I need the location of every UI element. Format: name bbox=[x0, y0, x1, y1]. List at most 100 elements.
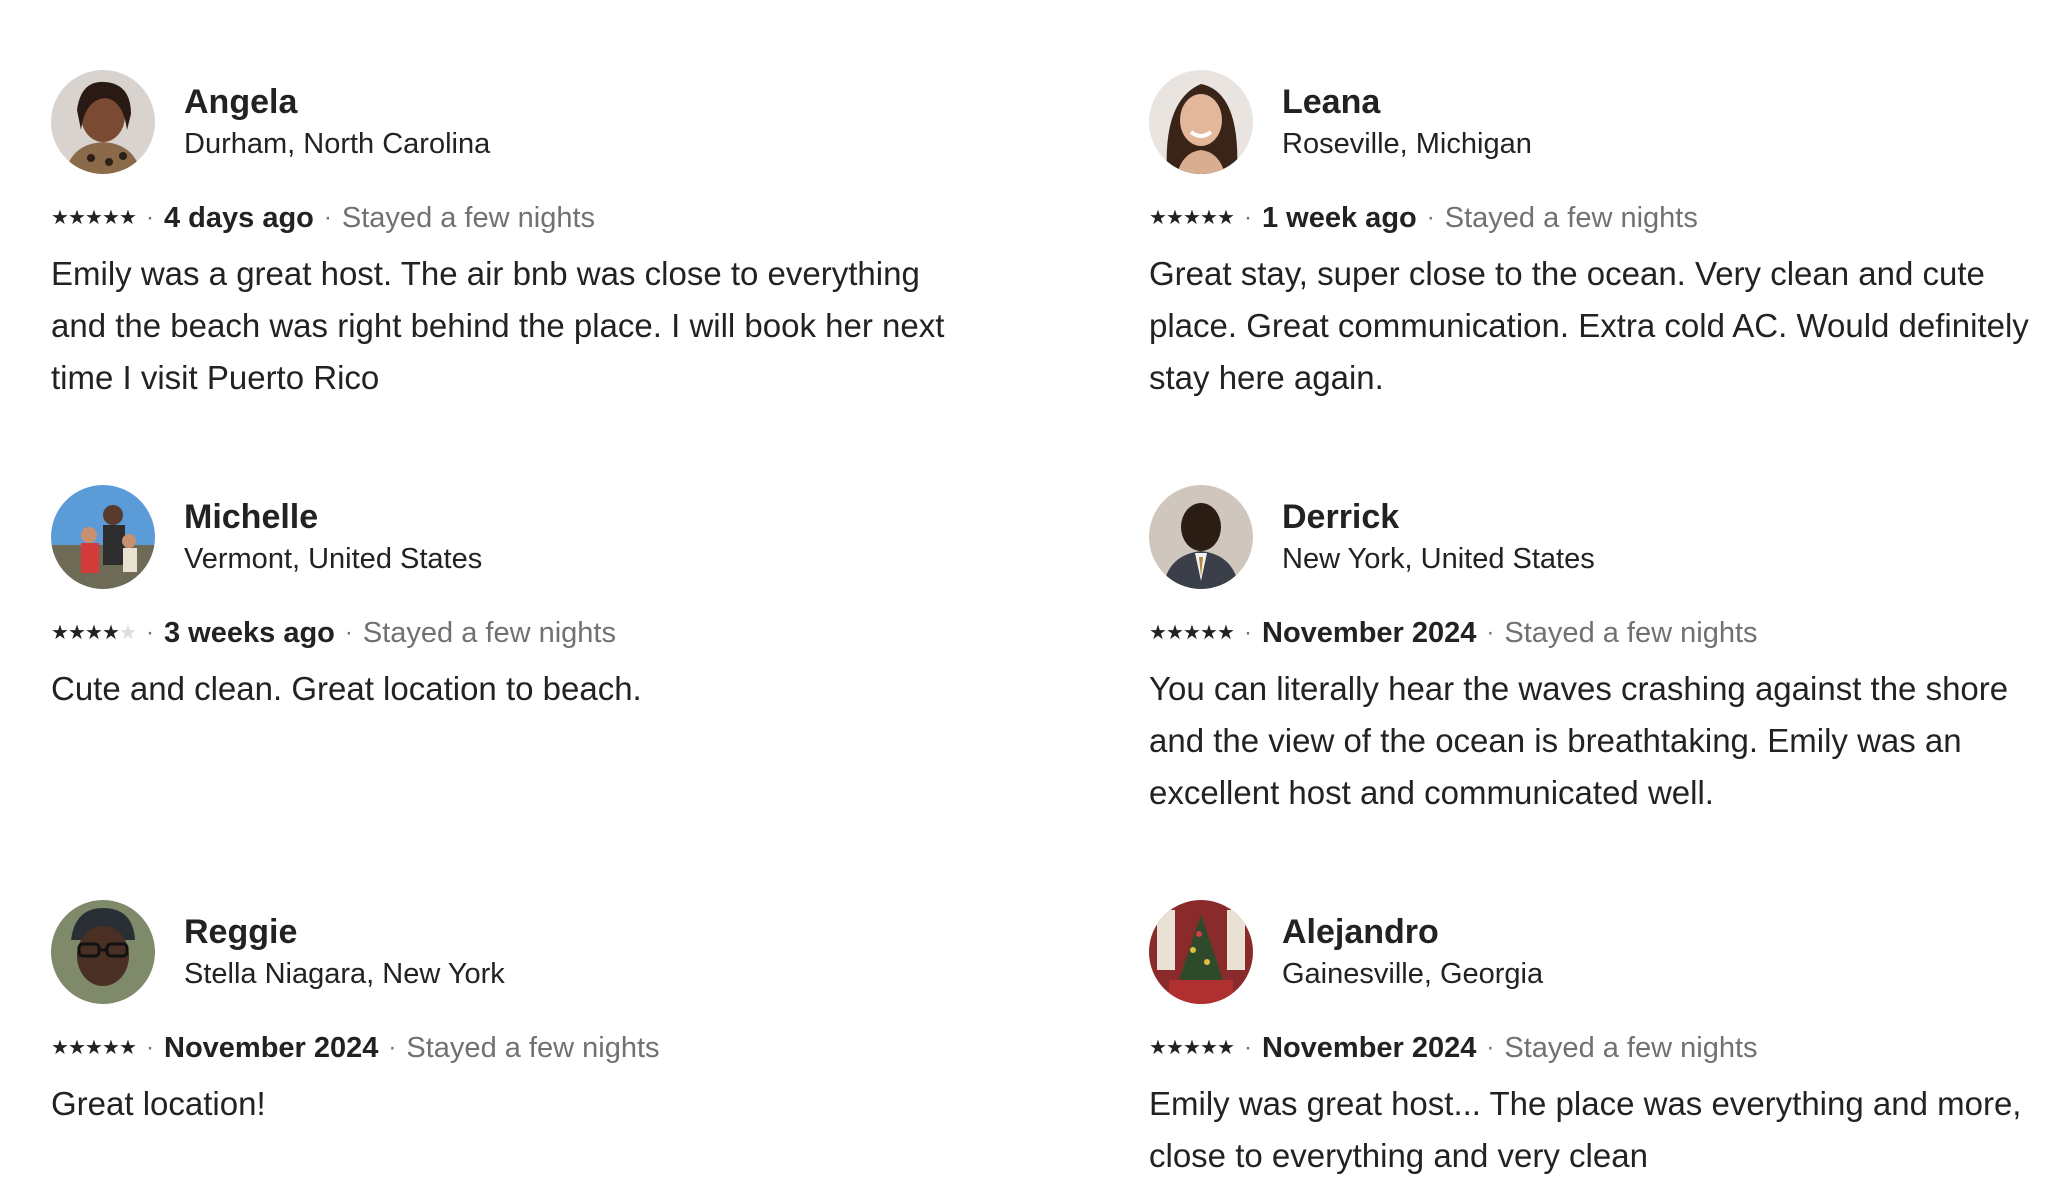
reviewer-avatar[interactable] bbox=[51, 70, 155, 174]
star-filled-icon: ★ bbox=[1183, 1037, 1201, 1059]
star-filled-icon: ★ bbox=[1166, 207, 1184, 229]
separator-dot: · bbox=[1486, 1034, 1495, 1061]
review-header: Michelle Vermont, United States bbox=[51, 485, 951, 589]
star-filled-icon: ★ bbox=[102, 1037, 120, 1059]
review-text: Great stay, super close to the ocean. Ve… bbox=[1149, 255, 2029, 396]
separator-dot: · bbox=[146, 204, 154, 231]
review-header: Angela Durham, North Carolina bbox=[51, 70, 951, 174]
review-card: Derrick New York, United States ★ ★ ★ ★ ★ · … bbox=[1149, 485, 2048, 819]
reviewer-name[interactable]: Derrick bbox=[1282, 495, 1595, 539]
stay-length: Stayed a few nights bbox=[362, 616, 616, 649]
star-filled-icon: ★ bbox=[68, 207, 86, 229]
star-filled-icon: ★ bbox=[1183, 207, 1201, 229]
review-text: Great location! bbox=[51, 1085, 266, 1122]
star-filled-icon: ★ bbox=[1217, 207, 1235, 229]
review-card: Leana Roseville, Michigan ★ ★ ★ ★ ★ · 1 week… bbox=[1149, 70, 2048, 404]
star-filled-icon: ★ bbox=[1149, 1037, 1167, 1059]
separator-dot: · bbox=[146, 619, 154, 646]
star-filled-icon: ★ bbox=[68, 1037, 86, 1059]
review-card: Angela Durham, North Carolina ★ ★ ★ ★ ★ · 4 … bbox=[51, 70, 951, 404]
reviewer-avatar[interactable] bbox=[1149, 900, 1253, 1004]
star-rating: ★ ★ ★ ★ ★ bbox=[1149, 1037, 1235, 1059]
star-filled-icon: ★ bbox=[1217, 1037, 1235, 1059]
stay-length: Stayed a few nights bbox=[1444, 201, 1698, 234]
reviewer-location: Durham, North Carolina bbox=[184, 128, 491, 160]
review-date: 4 days ago bbox=[164, 201, 314, 234]
review-text: Emily was a great host. The air bnb was … bbox=[51, 255, 945, 396]
star-filled-icon: ★ bbox=[1166, 622, 1184, 644]
reviewer-location: Gainesville, Georgia bbox=[1282, 958, 1544, 990]
star-filled-icon: ★ bbox=[1149, 622, 1167, 644]
review-meta: ★ ★ ★ ★ ★ · 4 days ago · Stayed a few nights bbox=[51, 198, 951, 238]
review-card: Reggie Stella Niagara, New York ★ ★ ★ ★ ★ · … bbox=[51, 900, 951, 1130]
reviewer-location: Stella Niagara, New York bbox=[184, 958, 505, 990]
star-rating: ★ ★ ★ ★ ★ bbox=[1149, 207, 1235, 229]
separator-dot: · bbox=[344, 619, 353, 646]
separator-dot: · bbox=[1244, 204, 1252, 231]
star-rating: ★ ★ ★ ★ ★ bbox=[1149, 622, 1235, 644]
star-empty-icon: ★ bbox=[119, 622, 137, 644]
separator-dot: · bbox=[1244, 619, 1252, 646]
review-meta: ★ ★ ★ ★ ★ · 3 weeks ago · Stayed a few night… bbox=[51, 613, 951, 653]
reviewer-avatar[interactable] bbox=[51, 900, 155, 1004]
star-filled-icon: ★ bbox=[1166, 1037, 1184, 1059]
reviewer-identity: Michelle Vermont, United States bbox=[184, 495, 482, 579]
review-text: Cute and clean. Great location to beach. bbox=[51, 670, 642, 707]
review-text: You can literally hear the waves crashin… bbox=[1149, 670, 2009, 811]
reviewer-identity: Leana Roseville, Michigan bbox=[1282, 80, 1532, 164]
separator-dot: · bbox=[1486, 619, 1495, 646]
review-meta: ★ ★ ★ ★ ★ · November 2024 · Stayed a few nig… bbox=[51, 1028, 951, 1068]
star-filled-icon: ★ bbox=[102, 207, 120, 229]
star-filled-icon: ★ bbox=[1217, 622, 1235, 644]
star-filled-icon: ★ bbox=[85, 622, 103, 644]
review-meta: ★ ★ ★ ★ ★ · November 2024 · Stayed a few nig… bbox=[1149, 613, 2048, 653]
reviewer-location: Vermont, United States bbox=[184, 543, 483, 575]
reviewer-name[interactable]: Angela bbox=[184, 80, 490, 124]
reviewer-name[interactable]: Reggie bbox=[184, 910, 505, 954]
star-filled-icon: ★ bbox=[1183, 622, 1201, 644]
star-filled-icon: ★ bbox=[1149, 207, 1167, 229]
review-date: November 2024 bbox=[1262, 616, 1477, 649]
stay-length: Stayed a few nights bbox=[1504, 616, 1758, 649]
star-rating: ★ ★ ★ ★ ★ bbox=[51, 1037, 137, 1059]
star-filled-icon: ★ bbox=[51, 1037, 69, 1059]
review-date: 1 week ago bbox=[1262, 201, 1417, 234]
reviewer-name[interactable]: Leana bbox=[1282, 80, 1532, 124]
review-meta: ★ ★ ★ ★ ★ · 1 week ago · Stayed a few nights bbox=[1149, 198, 2048, 238]
star-filled-icon: ★ bbox=[1200, 622, 1218, 644]
separator-dot: · bbox=[146, 1034, 154, 1061]
star-filled-icon: ★ bbox=[119, 1037, 137, 1059]
star-filled-icon: ★ bbox=[119, 207, 137, 229]
star-filled-icon: ★ bbox=[1200, 1037, 1218, 1059]
star-filled-icon: ★ bbox=[68, 622, 86, 644]
star-filled-icon: ★ bbox=[51, 622, 69, 644]
reviewer-name[interactable]: Alejandro bbox=[1282, 910, 1543, 954]
separator-dot: · bbox=[323, 204, 332, 231]
reviewer-avatar[interactable] bbox=[1149, 70, 1253, 174]
review-date: November 2024 bbox=[164, 1031, 379, 1064]
review-header: Reggie Stella Niagara, New York bbox=[51, 900, 951, 1004]
review-header: Leana Roseville, Michigan bbox=[1149, 70, 2048, 174]
star-rating: ★ ★ ★ ★ ★ bbox=[51, 622, 137, 644]
star-filled-icon: ★ bbox=[85, 207, 103, 229]
star-rating: ★ ★ ★ ★ ★ bbox=[51, 207, 137, 229]
reviewer-avatar[interactable] bbox=[1149, 485, 1253, 589]
reviewer-avatar[interactable] bbox=[51, 485, 155, 589]
review-header: Alejandro Gainesville, Georgia bbox=[1149, 900, 2048, 1004]
reviewer-name[interactable]: Michelle bbox=[184, 495, 482, 539]
star-filled-icon: ★ bbox=[1200, 207, 1218, 229]
reviewer-identity: Angela Durham, North Carolina bbox=[184, 80, 490, 164]
star-filled-icon: ★ bbox=[85, 1037, 103, 1059]
stay-length: Stayed a few nights bbox=[406, 1031, 660, 1064]
review-card: Michelle Vermont, United States ★ ★ ★ ★ ★ · … bbox=[51, 485, 951, 715]
separator-dot: · bbox=[1244, 1034, 1252, 1061]
reviewer-location: Roseville, Michigan bbox=[1282, 128, 1532, 160]
separator-dot: · bbox=[388, 1034, 397, 1061]
star-filled-icon: ★ bbox=[102, 622, 120, 644]
review-card: Alejandro Gainesville, Georgia ★ ★ ★ ★ ★ · N… bbox=[1149, 900, 2048, 1182]
reviewer-identity: Alejandro Gainesville, Georgia bbox=[1282, 910, 1543, 994]
review-meta: ★ ★ ★ ★ ★ · November 2024 · Stayed a few nig… bbox=[1149, 1028, 2048, 1068]
reviewer-identity: Derrick New York, United States bbox=[1282, 495, 1595, 579]
stay-length: Stayed a few nights bbox=[1504, 1031, 1758, 1064]
stay-length: Stayed a few nights bbox=[341, 201, 596, 234]
